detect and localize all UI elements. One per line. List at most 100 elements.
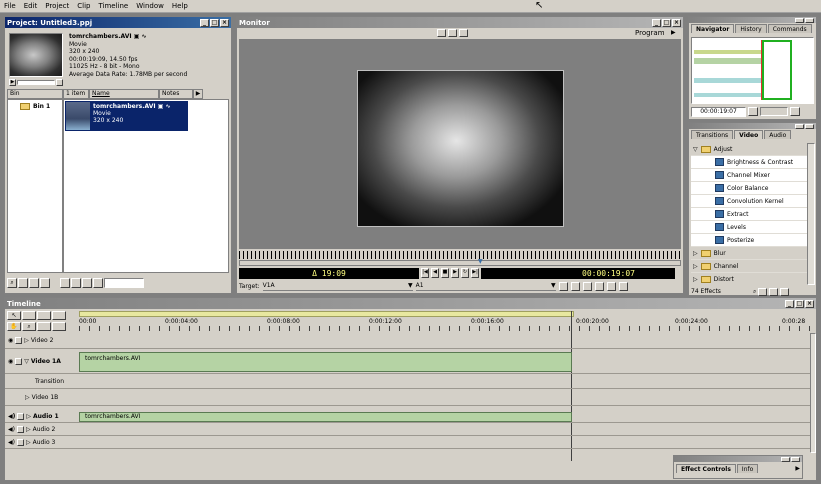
lift-icon[interactable] <box>582 282 592 291</box>
new-folder-icon[interactable] <box>758 287 768 296</box>
close-icon[interactable] <box>791 456 800 462</box>
link-tool-icon[interactable] <box>52 321 66 331</box>
tab-effect-controls[interactable]: Effect Controls <box>676 463 736 473</box>
effect-item[interactable]: Levels <box>691 221 807 234</box>
lock-icon[interactable] <box>16 439 24 446</box>
minimize-icon[interactable]: _ <box>200 18 209 27</box>
mark-out-icon[interactable] <box>570 282 580 291</box>
minimize-icon[interactable] <box>781 456 790 462</box>
lock-icon[interactable] <box>15 337 23 344</box>
timecode-display[interactable]: 00:00:19:07 <box>481 267 675 279</box>
play-icon[interactable]: ▶ <box>451 268 459 278</box>
navigator-view[interactable] <box>691 37 814 104</box>
thumbnail-view-icon[interactable] <box>71 278 81 288</box>
rolling-edit-icon[interactable] <box>52 311 66 320</box>
nav-viewport-box[interactable] <box>762 40 792 100</box>
eye-icon[interactable]: ◉ <box>8 337 13 344</box>
close-icon[interactable] <box>805 17 814 23</box>
zoom-out-icon[interactable] <box>748 107 758 116</box>
minimize-icon[interactable] <box>795 123 804 129</box>
effect-item[interactable]: Posterize <box>691 234 807 247</box>
target-video-select[interactable]: V1A ▼ <box>262 282 413 291</box>
previous-edit-icon[interactable]: |◀ <box>421 268 429 278</box>
speaker-icon[interactable]: ◀) <box>8 426 15 433</box>
tab-navigator[interactable]: Navigator <box>691 24 735 33</box>
lock-icon[interactable] <box>15 358 23 365</box>
menu-project[interactable]: Project <box>41 2 73 10</box>
triangle-down-icon[interactable]: ▽ <box>24 358 29 365</box>
close-icon[interactable]: × <box>672 18 681 27</box>
range-select-icon[interactable] <box>22 311 36 320</box>
time-ruler[interactable]: 00:00 0:00:04:00 0:00:08:00 0:00:12:00 0… <box>79 318 810 332</box>
preview-slider[interactable] <box>17 80 55 85</box>
video-frame[interactable] <box>357 70 564 227</box>
next-edit-icon[interactable]: ▶| <box>471 268 479 278</box>
mark-in-icon[interactable] <box>558 282 568 291</box>
zoom-in-icon[interactable] <box>790 107 800 116</box>
notes-column-header[interactable]: Notes <box>159 89 193 99</box>
maximize-icon[interactable]: □ <box>795 299 804 308</box>
loop-icon[interactable]: ↻ <box>461 268 469 278</box>
menu-edit[interactable]: Edit <box>20 2 42 10</box>
triangle-right-icon[interactable]: ▷ <box>25 394 30 401</box>
target-audio-select[interactable]: A1 ▼ <box>415 282 556 291</box>
selection-tool-icon[interactable]: ↖ <box>7 311 21 320</box>
effect-item[interactable]: Color Balance <box>691 182 807 195</box>
dual-view-icon[interactable] <box>437 29 446 37</box>
horizontal-scrollbar[interactable] <box>104 278 144 288</box>
effect-folder-distort[interactable]: ▷ Distort <box>691 273 807 285</box>
lock-icon[interactable] <box>16 426 24 433</box>
maximize-icon[interactable]: □ <box>662 18 671 27</box>
step-back-icon[interactable]: ◀ <box>431 268 439 278</box>
scrub-bar[interactable]: ▼ <box>239 258 681 266</box>
project-titlebar[interactable]: Project: Untitled3.ppj _ □ × <box>5 17 231 28</box>
tab-transitions[interactable]: Transitions <box>691 130 734 139</box>
trim-view-icon[interactable] <box>459 29 468 37</box>
find-icon[interactable]: ⌕ <box>753 288 756 296</box>
list-item[interactable]: tomrchambers.AVI ▣ ∿ Movie 320 x 240 <box>65 101 188 131</box>
tab-history[interactable]: History <box>735 24 767 33</box>
new-item-icon[interactable] <box>29 278 39 288</box>
zoom-tool-icon[interactable]: ⌕ <box>22 321 36 331</box>
eye-icon[interactable]: ◉ <box>8 358 13 365</box>
hand-tool-icon[interactable]: ✋ <box>7 321 21 331</box>
tab-audio[interactable]: Audio <box>764 130 792 139</box>
bin-header[interactable]: Bin <box>7 89 63 99</box>
preview-thumbnail[interactable] <box>9 33 63 77</box>
menu-timeline[interactable]: Timeline <box>94 2 132 10</box>
arrow-right-icon[interactable]: ▶ <box>671 29 676 36</box>
arrow-right-icon[interactable]: ▶ <box>795 465 800 472</box>
delete-icon[interactable] <box>780 287 790 296</box>
effect-folder-channel[interactable]: ▷ Channel <box>691 260 807 273</box>
bin-item[interactable]: Bin 1 <box>8 100 62 110</box>
find-icon[interactable]: ⌕ <box>7 278 17 288</box>
effect-folder-blur[interactable]: ▷ Blur <box>691 247 807 260</box>
extract-icon[interactable] <box>594 282 604 291</box>
playhead-icon[interactable]: ▼ <box>478 258 483 265</box>
new-bin-icon[interactable] <box>18 278 28 288</box>
effect-folder-adjust[interactable]: ▽ Adjust <box>691 143 807 156</box>
menu-clip[interactable]: Clip <box>73 2 94 10</box>
speaker-icon[interactable]: ◀) <box>8 439 15 446</box>
work-area-bar[interactable] <box>79 311 574 317</box>
video-clip[interactable]: tomrchambers.AVI <box>79 352 572 372</box>
arrow-right-icon[interactable]: ▶ <box>193 89 203 99</box>
tab-commands[interactable]: Commands <box>767 24 812 33</box>
icon-view-icon[interactable] <box>60 278 70 288</box>
poster-frame-icon[interactable] <box>56 79 63 86</box>
minimize-icon[interactable]: _ <box>785 299 794 308</box>
trim-icon[interactable] <box>618 282 628 291</box>
storyboard-icon[interactable] <box>93 278 103 288</box>
minimize-icon[interactable]: _ <box>652 18 661 27</box>
navigator-timecode[interactable]: 00:00:19:07 <box>691 107 746 117</box>
monitor-titlebar[interactable]: Monitor _ □ × <box>237 17 683 28</box>
effect-item[interactable]: Channel Mixer <box>691 169 807 182</box>
effect-item[interactable]: Convolution Kernel <box>691 195 807 208</box>
track-select-icon[interactable] <box>37 311 51 320</box>
menu-help[interactable]: Help <box>168 2 192 10</box>
vertical-scrollbar[interactable] <box>807 143 815 285</box>
stop-icon[interactable]: ■ <box>441 268 449 278</box>
tab-video[interactable]: Video <box>734 130 764 139</box>
close-icon[interactable] <box>805 123 814 129</box>
lock-icon[interactable] <box>17 413 25 420</box>
